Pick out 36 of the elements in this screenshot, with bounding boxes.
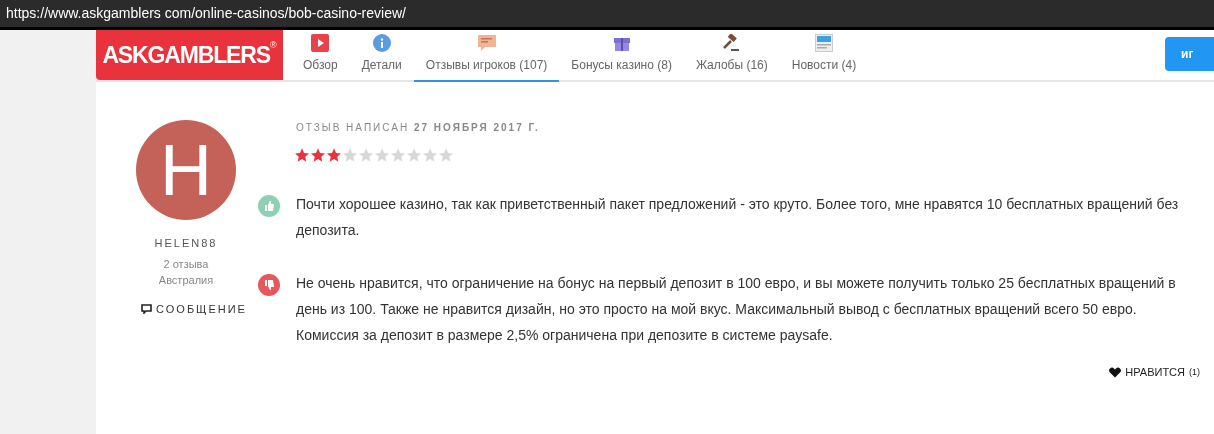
thumbs-up-icon <box>258 195 280 217</box>
chat-icon <box>476 34 497 52</box>
star-icon <box>390 147 406 163</box>
info-icon <box>372 34 391 52</box>
author-country: Австралия <box>158 273 214 288</box>
star-icon <box>358 147 374 163</box>
avatar: H <box>136 120 236 220</box>
nav-tab[interactable]: Отзывы игроков (107) <box>413 30 560 82</box>
message-link[interactable]: СООБЩЕНИЕ <box>141 300 247 317</box>
heart-icon <box>1109 366 1122 378</box>
star-icon <box>294 147 310 163</box>
speech-bubble-icon <box>141 303 153 314</box>
gavel-icon <box>721 34 742 52</box>
review-count: 2 отзыва <box>163 256 209 272</box>
nav-tab[interactable]: Бонусы казино (8) <box>559 30 684 82</box>
nav-tab[interactable]: Детали <box>349 30 414 82</box>
star-icon <box>406 147 422 163</box>
thumbs-down-icon <box>258 274 280 296</box>
star-icon <box>422 147 438 163</box>
review-text: Не очень нравится, что ограничение на бонус на первый депозит в 100 евро, и вы можете получить только 25 бесплатных вращений в день из 100. Также не нравится дизайн, но это просто на мой вкус. Максимальный вывод с бесплатных вращений всего 50 евро. Комиссия за депозит в размере 2,5% ограничена при депозите в системе paysafe. <box>296 274 1177 345</box>
star-icon <box>310 147 326 163</box>
logo[interactable]: ASKGAMBLERS$^{®}$ <box>96 30 283 80</box>
star-icon <box>342 147 358 163</box>
review-date: ОТЗЫВ НАПИСАН 27 НОЯБРЯ 2017 Г. <box>296 121 540 135</box>
star-icon <box>326 147 342 163</box>
nav-tab[interactable]: Новости (4) <box>779 30 869 82</box>
like-button[interactable]: НРАВИТСЯ (1) <box>1109 364 1200 381</box>
nav-tab[interactable]: Жалобы (16) <box>683 30 780 82</box>
star-icon <box>374 147 390 163</box>
nav-tab[interactable]: Обзор <box>291 30 350 82</box>
review-text: Почти хорошее казино, так как приветственный пакет предложений - это круто. Более того, мне нравятся 10 бесплатных вращений без депозита. <box>296 195 1180 240</box>
author-name[interactable]: HELEN88 <box>154 235 218 252</box>
url-text[interactable]: https://www.askgamblers com/online-casinos/bob-casino-review/ <box>6 3 406 24</box>
star-icon <box>438 147 454 163</box>
play-icon <box>311 34 330 52</box>
news-icon <box>815 34 833 52</box>
